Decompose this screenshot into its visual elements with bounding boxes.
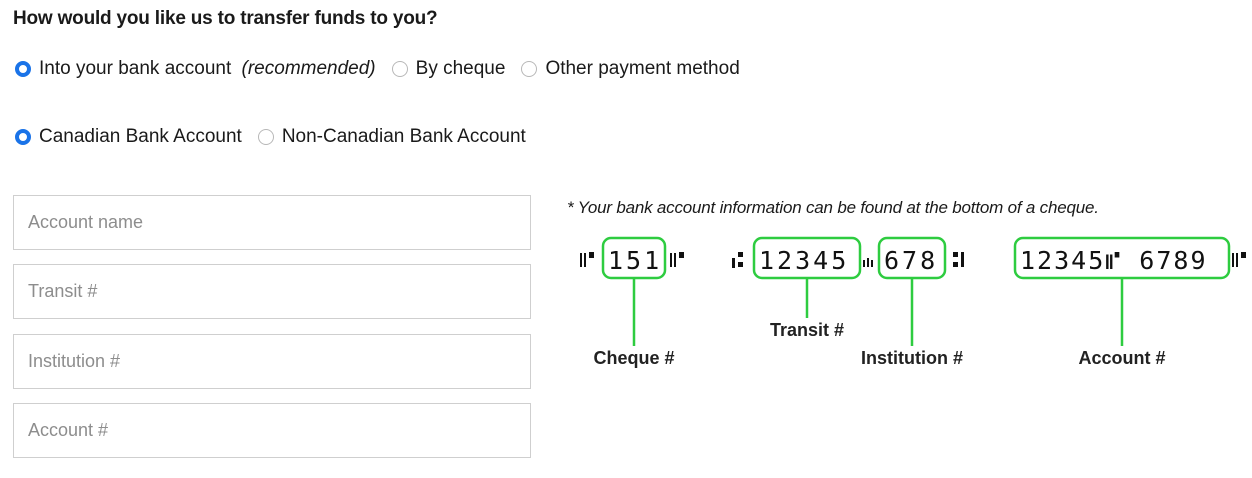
label-transit-number: Transit # [770,320,844,340]
transit-number-input[interactable] [13,264,531,319]
bank-account-label-text: Into your bank account [39,58,232,79]
label-account-number: Account # [1078,348,1165,368]
label-institution-number: Institution # [861,348,963,368]
radio-cheque[interactable] [391,61,408,77]
account-name-input[interactable] [13,195,531,250]
radio-option-non-canadian[interactable]: Non-Canadian Bank Account [257,126,526,148]
radio-non-canadian-account-label[interactable]: Non-Canadian Bank Account [282,126,526,148]
radio-cheque-label[interactable]: By cheque [416,58,506,80]
radio-bank-account-label[interactable]: Into your bank account (recommended) [39,58,376,80]
account-number-input[interactable] [13,403,531,458]
recommended-note: (recommended) [241,58,376,79]
radio-option-bank-account[interactable]: Into your bank account (recommended) [15,58,376,80]
cheque-diagram: 151 12345 678 12345⑈ 6789 Cheque # Trans… [580,236,1246,368]
micr-cheque-digits: 151 [608,246,662,275]
micr-institution-digits: 678 [884,246,938,275]
institution-number-input[interactable] [13,334,531,389]
radio-option-canadian[interactable]: Canadian Bank Account [15,126,242,148]
radio-canadian-account-label[interactable]: Canadian Bank Account [39,126,242,148]
radio-option-other[interactable]: Other payment method [521,58,740,80]
radio-option-cheque[interactable]: By cheque [391,58,506,80]
account-type-group: Canadian Bank Account Non-Canadian Bank … [15,126,542,148]
cheque-hint-text: * Your bank account information can be f… [567,198,1099,217]
micr-account-digits: 12345⑈ 6789 [1020,246,1208,275]
radio-non-canadian-account[interactable] [257,129,274,145]
radio-bank-account[interactable] [15,61,31,77]
radio-other-payment[interactable] [521,61,538,77]
radio-canadian-account[interactable] [15,129,31,145]
label-cheque-number: Cheque # [593,348,674,368]
payment-method-group: Into your bank account (recommended) By … [15,58,756,80]
micr-transit-digits: 12345 [759,246,849,275]
page-question: How would you like us to transfer funds … [13,8,438,29]
radio-other-payment-label[interactable]: Other payment method [545,58,739,80]
